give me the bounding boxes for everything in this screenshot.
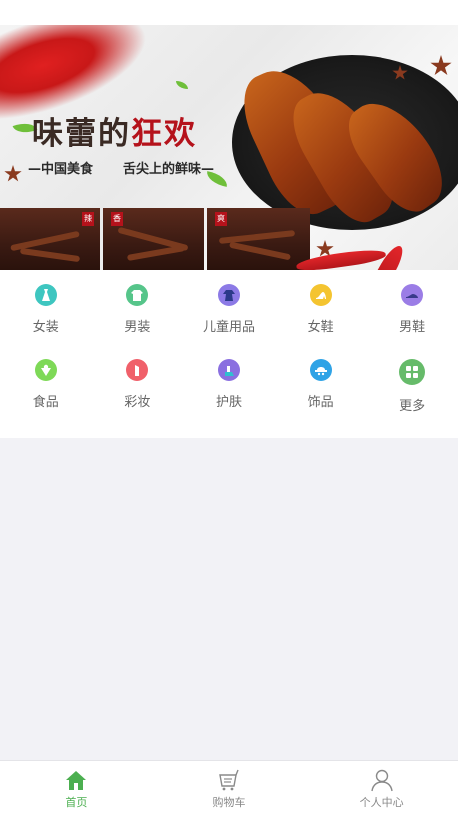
thumb-tag: 爽: [215, 212, 227, 226]
tab-cart-label: 购物车: [212, 796, 246, 809]
tab-profile[interactable]: 个人中心: [305, 761, 458, 815]
tab-home[interactable]: 首页: [0, 761, 153, 815]
banner-subtitle-left: —中国美食: [28, 162, 94, 177]
category-label: 食品: [32, 395, 59, 410]
thumb-tag: 辣: [82, 212, 94, 226]
category-item[interactable]: 饰品: [275, 359, 367, 434]
hat-icon: [309, 359, 332, 381]
app-screen: 味蕾的狂欢 —中国美食 舌尖上的鲜味— 辣 香 爽 女装 男装 儿童用品 女鞋 …: [0, 0, 458, 815]
category-item[interactable]: 护肤: [183, 359, 275, 434]
promo-banner[interactable]: 味蕾的狂欢 —中国美食 舌尖上的鲜味— 辣 香 爽: [0, 25, 458, 270]
banner-subtitle-right: 舌尖上的鲜味—: [123, 162, 215, 177]
product-thumb[interactable]: 爽: [207, 208, 310, 270]
category-item[interactable]: 男装: [92, 284, 184, 359]
bottom-tabbar: 首页 购物车 个人中心: [0, 760, 458, 815]
category-label: 女鞋: [307, 320, 334, 335]
category-item[interactable]: 男鞋: [366, 284, 458, 359]
shoe-icon: [401, 284, 424, 306]
status-bar: [0, 0, 458, 25]
category-grid: 女装 男装 儿童用品 女鞋 男鞋 食品 彩妆 护肤 饰品 更多: [0, 270, 458, 438]
banner-subtitle: —中国美食 舌尖上的鲜味—: [28, 158, 214, 177]
category-item[interactable]: 更多: [366, 359, 458, 434]
category-label: 儿童用品: [202, 320, 255, 335]
category-label: 更多: [399, 399, 426, 414]
banner-title: 味蕾的狂欢: [32, 108, 197, 153]
category-label: 饰品: [307, 395, 334, 410]
food-icon: [34, 359, 57, 381]
category-label: 女装: [32, 320, 59, 335]
thumb-tag: 香: [111, 212, 123, 226]
category-label: 男鞋: [399, 320, 426, 335]
product-thumb[interactable]: 香: [103, 208, 204, 270]
tab-cart[interactable]: 购物车: [153, 761, 306, 815]
star-anise-icon: [4, 165, 22, 182]
category-label: 护肤: [215, 395, 242, 410]
category-label: 男装: [124, 320, 151, 335]
banner-title-part1: 味蕾的: [32, 116, 131, 152]
lipstick-icon: [126, 359, 149, 381]
dress-icon: [34, 284, 57, 306]
category-item[interactable]: 食品: [0, 359, 92, 434]
category-row: 女装 男装 儿童用品 女鞋 男鞋: [0, 284, 458, 359]
skincare-icon: [217, 359, 240, 381]
category-item[interactable]: 女装: [0, 284, 92, 359]
leaf-decoration: [176, 81, 188, 89]
star-anise-icon: [430, 55, 452, 76]
category-label: 彩妆: [124, 395, 151, 410]
more-grid-icon: [399, 359, 426, 385]
category-item[interactable]: 儿童用品: [183, 284, 275, 359]
user-icon: [370, 769, 393, 792]
tab-home-label: 首页: [65, 796, 88, 809]
category-row: 食品 彩妆 护肤 饰品 更多: [0, 359, 458, 434]
shirt-icon: [126, 284, 149, 306]
category-item[interactable]: 女鞋: [275, 284, 367, 359]
home-icon: [66, 771, 87, 790]
product-thumb[interactable]: 辣: [0, 208, 100, 270]
category-item[interactable]: 彩妆: [92, 359, 184, 434]
cart-icon: [219, 769, 239, 791]
carousel-indicator[interactable]: [209, 265, 216, 270]
tab-profile-label: 个人中心: [359, 796, 404, 809]
banner-title-highlight: 狂欢: [131, 116, 197, 152]
kids-clothes-icon: [217, 284, 240, 306]
high-heel-icon: [309, 284, 332, 306]
